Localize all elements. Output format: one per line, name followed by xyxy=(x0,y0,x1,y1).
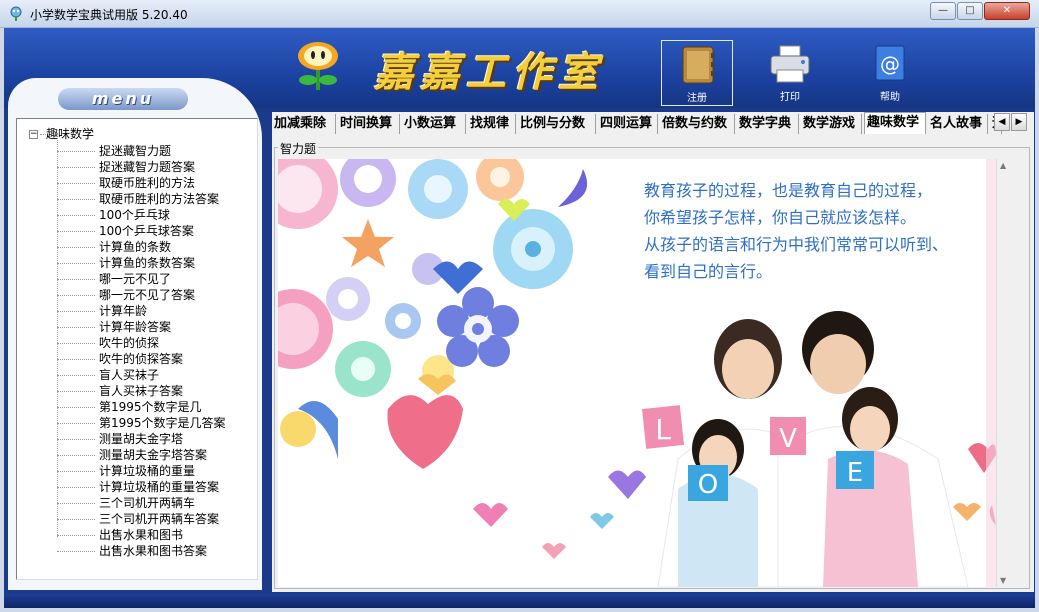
quote-line-1: 教育孩子的过程，也是教育自己的过程， xyxy=(644,181,933,200)
tree-item[interactable]: 第1995个数字是几答案 xyxy=(57,415,226,431)
menu-tree[interactable]: − 趣味数学 捉迷藏智力题 捉迷藏智力题答案 取硬币胜利的方法 取硬币胜利的方法答案 10… xyxy=(16,118,258,580)
svg-text:@: @ xyxy=(880,52,900,76)
tree-item[interactable]: 盲人买袜子答案 xyxy=(57,383,226,399)
close-button[interactable]: ✕ xyxy=(984,2,1030,20)
love-card-l: L xyxy=(642,405,684,449)
brand-title: 嘉嘉工作室 xyxy=(374,49,604,96)
vertical-scrollbar[interactable]: ▲ ▼ xyxy=(996,159,1014,587)
address-book-icon xyxy=(682,46,715,84)
tab-5[interactable]: 比例与分数 xyxy=(518,114,596,134)
tree-item[interactable]: 取硬币胜利的方法 xyxy=(57,175,226,191)
tab-10[interactable]: 趣味数学 xyxy=(864,112,926,134)
register-label: 注册 xyxy=(687,93,707,104)
tree-item[interactable]: 测量胡夫金字塔 xyxy=(57,431,226,447)
window-titlebar[interactable]: 小学数学宝典试用版 5.20.40 — □ ✕ xyxy=(0,0,1039,28)
content-panel: 智力题 L O V E 教育孩子的过程，也是教育自己的过程， 你希望孩子怎样，你… xyxy=(272,134,1034,592)
tab-scroll-left-button[interactable]: ◀ xyxy=(994,113,1010,131)
tree-item[interactable]: 出售水果和图书 xyxy=(57,527,226,543)
tree-item[interactable]: 捉迷藏智力题 xyxy=(57,143,226,159)
print-label: 打印 xyxy=(780,92,800,103)
menu-panel: menu − 趣味数学 捉迷藏智力题 捉迷藏智力题答案 取硬币胜利的方法 取硬币胜利的方… xyxy=(8,78,262,590)
at-sign-help-icon: @ xyxy=(875,45,905,81)
print-button[interactable]: 打印 xyxy=(754,40,826,106)
flower-logo-icon xyxy=(298,42,338,90)
tab-9[interactable]: 数学游戏 xyxy=(801,114,862,134)
tree-item[interactable]: 三个司机开两辆车 xyxy=(57,495,226,511)
tree-root-label[interactable]: 趣味数学 xyxy=(46,127,94,141)
tree-item[interactable]: 吹牛的侦探答案 xyxy=(57,351,226,367)
love-card-o: O xyxy=(688,465,728,501)
love-card-e: E xyxy=(836,451,874,489)
tree-item[interactable]: 计算年龄答案 xyxy=(57,319,226,335)
tab-3[interactable]: 小数运算 xyxy=(402,114,466,134)
quote-line-4: 看到自己的言行。 xyxy=(644,262,773,281)
minimize-button[interactable]: — xyxy=(930,2,956,20)
register-button[interactable]: 注册 xyxy=(661,40,733,106)
app-frame: 嘉嘉工作室 注册 打印 @ 帮助 menu − 趣味数学 捉迷藏智力题 捉迷藏智… xyxy=(4,28,1035,608)
card-letter-o: O xyxy=(698,470,718,500)
tree-item[interactable]: 计算垃圾桶的重量答案 xyxy=(57,479,226,495)
love-card-v: V xyxy=(770,417,806,455)
tab-11[interactable]: 名人故事 xyxy=(928,114,988,134)
quote-line-3: 从孩子的语言和行为中我们常常可以听到、 xyxy=(644,235,949,254)
illustration: L O V E 教育孩子的过程，也是教育自己的过程， 你希望孩子怎样，你自己就应… xyxy=(278,159,996,587)
tree-item[interactable]: 吹牛的侦探 xyxy=(57,335,226,351)
tree-item[interactable]: 取硬币胜利的方法答案 xyxy=(57,191,226,207)
maximize-button[interactable]: □ xyxy=(957,2,983,20)
collapse-icon[interactable]: − xyxy=(29,130,38,139)
quote-line-2: 你希望孩子怎样，你自己就应该怎样。 xyxy=(644,208,917,227)
tab-7[interactable]: 倍数与约数 xyxy=(660,114,735,134)
tree-item[interactable]: 哪一元不见了答案 xyxy=(57,287,226,303)
scroll-up-icon[interactable]: ▲ xyxy=(1000,161,1006,170)
card-letter-l: L xyxy=(655,413,671,446)
tab-8[interactable]: 数学字典 xyxy=(737,114,799,134)
help-label: 帮助 xyxy=(880,92,900,103)
tab-4[interactable]: 找规律 xyxy=(468,114,516,134)
tree-item[interactable]: 出售水果和图书答案 xyxy=(57,543,226,559)
printer-icon xyxy=(770,45,810,83)
tree-item[interactable]: 盲人买袜子 xyxy=(57,367,226,383)
bottom-strip xyxy=(4,594,1035,608)
scroll-down-icon[interactable]: ▼ xyxy=(1000,576,1006,585)
tree-item[interactable]: 第1995个数字是几 xyxy=(57,399,226,415)
window-title: 小学数学宝典试用版 5.20.40 xyxy=(30,8,188,22)
card-letter-v: V xyxy=(779,424,797,454)
menu-header: menu xyxy=(58,88,188,110)
tree-item[interactable]: 测量胡夫金字塔答案 xyxy=(57,447,226,463)
group-box-label: 智力题 xyxy=(278,140,319,157)
tree-item[interactable]: 三个司机开两辆车答案 xyxy=(57,511,226,527)
tab-scroll-right-button[interactable]: ▶ xyxy=(1011,113,1027,131)
tab-1[interactable]: 加减乘除 xyxy=(272,114,336,134)
tree-children: 捉迷藏智力题 捉迷藏智力题答案 取硬币胜利的方法 取硬币胜利的方法答案 100个乒乓球 1… xyxy=(57,143,226,559)
tree-root[interactable]: − 趣味数学 xyxy=(29,125,94,142)
tab-6[interactable]: 四则运算 xyxy=(598,114,658,134)
app-icon xyxy=(10,6,22,21)
tree-item[interactable]: 计算垃圾桶的重量 xyxy=(57,463,226,479)
help-button[interactable]: @ 帮助 xyxy=(854,40,926,106)
tree-item[interactable]: 计算鱼的条数答案 xyxy=(57,255,226,271)
tree-item[interactable]: 哪一元不见了 xyxy=(57,271,226,287)
tree-item[interactable]: 计算鱼的条数 xyxy=(57,239,226,255)
card-letter-e: E xyxy=(847,458,863,488)
tree-item[interactable]: 100个乒乓球答案 xyxy=(57,223,226,239)
quote-text: 教育孩子的过程，也是教育自己的过程， 你希望孩子怎样，你自己就应该怎样。 从孩子… xyxy=(644,177,948,285)
tab-bar: 追名人故事趣味数学数学游戏数学字典倍数与约数四则运算比例与分数找规律小数运算时间… xyxy=(272,112,1034,134)
tree-item[interactable]: 100个乒乓球 xyxy=(57,207,226,223)
tree-item[interactable]: 计算年龄 xyxy=(57,303,226,319)
tab-2[interactable]: 时间换算 xyxy=(338,114,400,134)
tree-item[interactable]: 捉迷藏智力题答案 xyxy=(57,159,226,175)
